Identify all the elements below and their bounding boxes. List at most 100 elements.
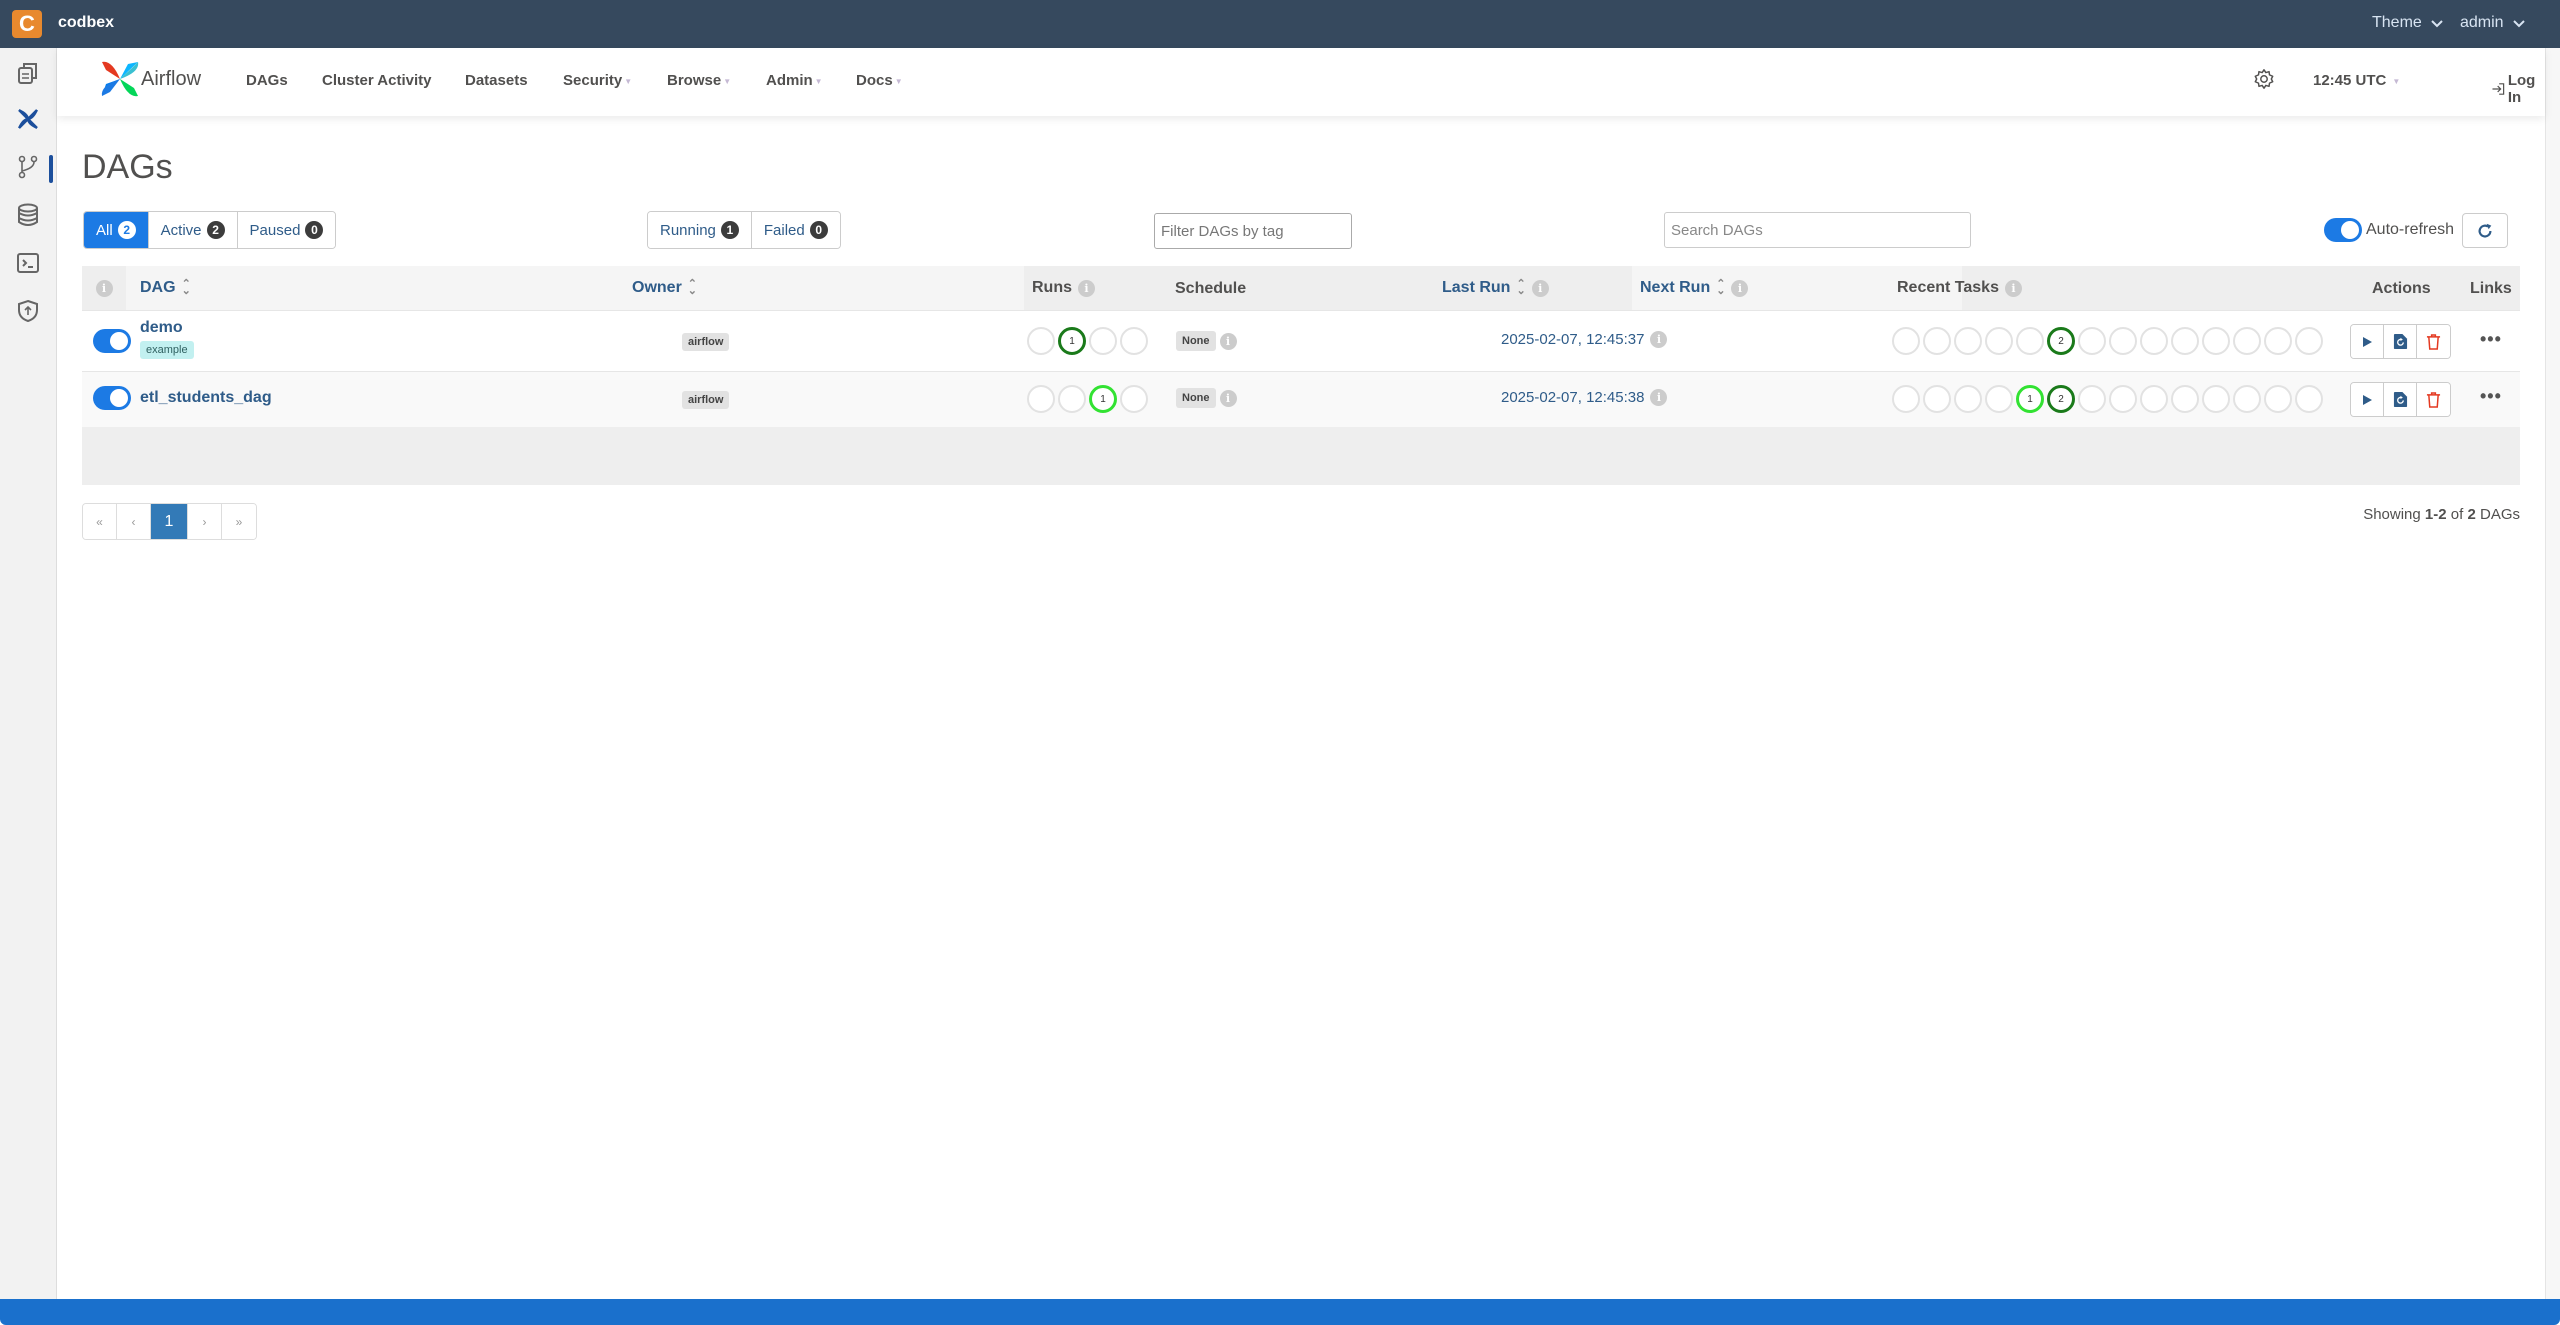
header-dag[interactable]: DAG ⌃ ⌄ xyxy=(126,266,624,310)
nav-datasets[interactable]: Datasets xyxy=(465,72,528,89)
last-run-link[interactable]: 2025-02-07, 12:45:37 xyxy=(1501,331,1644,348)
git-branch-icon[interactable] xyxy=(15,154,41,180)
task-state-circle[interactable] xyxy=(2171,385,2199,413)
task-state-circle[interactable] xyxy=(1892,385,1920,413)
more-links-button[interactable]: ••• xyxy=(2480,386,2502,407)
shield-icon[interactable] xyxy=(15,298,41,324)
filter-all[interactable]: All 2 xyxy=(84,212,149,248)
task-state-circle[interactable] xyxy=(2171,327,2199,355)
dag-name-link[interactable]: etl_students_dag xyxy=(140,389,272,407)
nav-dags[interactable]: DAGs xyxy=(246,72,288,89)
run-state-circle[interactable] xyxy=(1058,385,1086,413)
info-icon[interactable]: i xyxy=(1650,389,1668,406)
run-state-circle[interactable]: 1 xyxy=(1058,327,1086,355)
info-icon[interactable]: i xyxy=(1078,279,1095,297)
dag-name-link[interactable]: demo xyxy=(140,319,183,337)
nav-security[interactable]: Security ▼ xyxy=(563,72,632,89)
run-state-circle[interactable] xyxy=(1027,385,1055,413)
task-state-circle[interactable] xyxy=(2140,327,2168,355)
scrollbar-track[interactable] xyxy=(2545,48,2560,1299)
task-state-circle[interactable] xyxy=(2109,385,2137,413)
task-state-circle[interactable] xyxy=(2202,327,2230,355)
page-last[interactable]: » xyxy=(222,504,256,539)
task-state-circle[interactable] xyxy=(2140,385,2168,413)
nav-cluster-activity[interactable]: Cluster Activity xyxy=(322,72,431,89)
tag-filter-input[interactable] xyxy=(1154,213,1352,249)
airflow-icon[interactable] xyxy=(15,106,41,132)
delete-dag-button[interactable] xyxy=(2417,383,2450,416)
task-state-circle[interactable] xyxy=(2233,385,2261,413)
task-state-circle[interactable] xyxy=(2295,385,2323,413)
database-icon[interactable] xyxy=(15,202,41,228)
task-state-circle[interactable] xyxy=(1923,327,1951,355)
run-state-circle[interactable] xyxy=(1027,327,1055,355)
refresh-dag-button[interactable] xyxy=(2384,325,2417,358)
schedule-badge[interactable]: None xyxy=(1176,388,1216,408)
more-links-button[interactable]: ••• xyxy=(2480,329,2502,350)
refresh-dag-button[interactable] xyxy=(2384,383,2417,416)
info-icon[interactable]: i xyxy=(95,279,113,297)
clock-dropdown[interactable]: 12:45 UTC ▼ xyxy=(2313,72,2400,89)
theme-menu[interactable]: Theme xyxy=(2372,14,2444,32)
user-menu[interactable]: admin xyxy=(2460,14,2526,32)
nav-browse[interactable]: Browse ▼ xyxy=(667,72,731,89)
page-current[interactable]: 1 xyxy=(151,504,188,539)
search-input[interactable] xyxy=(1664,212,1971,248)
task-state-circle[interactable] xyxy=(2202,385,2230,413)
task-state-circle[interactable] xyxy=(2078,385,2106,413)
info-icon[interactable]: i xyxy=(2004,279,2022,297)
dag-tag[interactable]: example xyxy=(140,341,194,359)
codbex-logo[interactable]: C xyxy=(12,10,42,38)
trigger-dag-button[interactable] xyxy=(2351,383,2384,416)
task-state-circle[interactable]: 1 xyxy=(2016,385,2044,413)
filter-failed[interactable]: Failed 0 xyxy=(751,212,840,248)
task-state-circle[interactable] xyxy=(2295,327,2323,355)
run-state-circle[interactable]: 1 xyxy=(1089,385,1117,413)
owner-badge[interactable]: airflow xyxy=(682,333,730,351)
info-icon[interactable]: i xyxy=(1731,279,1749,297)
task-state-circle[interactable] xyxy=(1923,385,1951,413)
owner-badge[interactable]: airflow xyxy=(682,391,730,409)
toggle-switch[interactable] xyxy=(93,329,131,353)
task-state-circle[interactable] xyxy=(2016,327,2044,355)
task-state-circle[interactable] xyxy=(1985,385,2013,413)
task-state-circle[interactable] xyxy=(1892,327,1920,355)
gear-icon[interactable] xyxy=(2253,68,2275,90)
run-state-circle[interactable] xyxy=(1120,327,1148,355)
task-state-circle[interactable] xyxy=(1954,385,1982,413)
documents-icon[interactable] xyxy=(15,60,41,86)
airflow-logo[interactable] xyxy=(98,58,142,100)
task-state-circle[interactable] xyxy=(2264,385,2292,413)
run-state-circle[interactable] xyxy=(1120,385,1148,413)
task-state-circle[interactable]: 2 xyxy=(2047,385,2075,413)
task-state-circle[interactable] xyxy=(2109,327,2137,355)
page-next[interactable]: › xyxy=(188,504,222,539)
terminal-icon[interactable] xyxy=(15,250,41,276)
run-state-circle[interactable] xyxy=(1089,327,1117,355)
info-icon[interactable]: i xyxy=(1650,331,1668,348)
page-first[interactable]: « xyxy=(83,504,117,539)
login-button[interactable]: Log In xyxy=(2491,72,2545,106)
nav-admin[interactable]: Admin ▼ xyxy=(766,72,823,89)
refresh-button[interactable] xyxy=(2462,213,2508,248)
info-icon[interactable]: i xyxy=(1531,279,1549,297)
last-run-link[interactable]: 2025-02-07, 12:45:38 xyxy=(1501,389,1644,406)
trigger-dag-button[interactable] xyxy=(2351,325,2384,358)
task-state-circle[interactable]: 2 xyxy=(2047,327,2075,355)
task-state-circle[interactable] xyxy=(2078,327,2106,355)
task-state-circle[interactable] xyxy=(1954,327,1982,355)
task-state-circle[interactable] xyxy=(2233,327,2261,355)
dag-pause-toggle[interactable] xyxy=(93,386,131,410)
delete-dag-button[interactable] xyxy=(2417,325,2450,358)
nav-docs[interactable]: Docs ▼ xyxy=(856,72,903,89)
task-state-circle[interactable] xyxy=(1985,327,2013,355)
filter-running[interactable]: Running 1 xyxy=(648,212,752,248)
task-state-circle[interactable] xyxy=(2264,327,2292,355)
page-prev[interactable]: ‹ xyxy=(117,504,151,539)
filter-paused[interactable]: Paused 0 xyxy=(237,212,336,248)
filter-active[interactable]: Active 2 xyxy=(148,212,238,248)
dag-pause-toggle[interactable] xyxy=(93,329,131,353)
info-icon[interactable]: i xyxy=(1219,332,1237,350)
schedule-badge[interactable]: None xyxy=(1176,331,1216,351)
autorefresh-toggle[interactable] xyxy=(2324,218,2362,242)
